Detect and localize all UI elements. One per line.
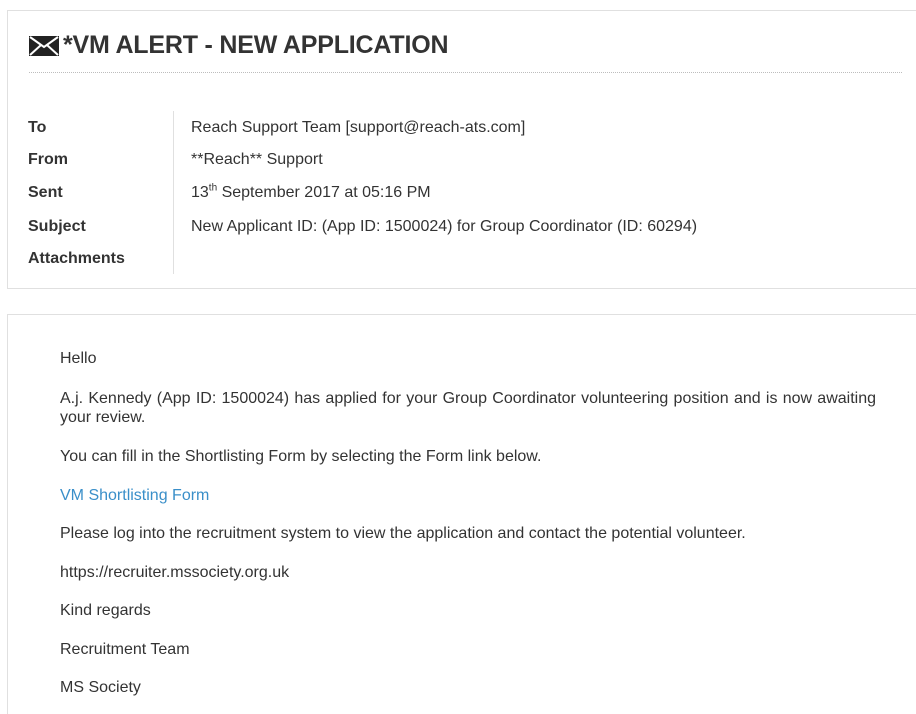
email-header-card: *VM ALERT - NEW APPLICATION To Reach Sup…	[7, 10, 916, 289]
from-label: From	[28, 151, 68, 168]
email-body-card: Hello A.j. Kennedy (App ID: 1500024) has…	[7, 314, 916, 714]
subject-label: Subject	[28, 218, 86, 235]
message-paragraph-2: You can fill in the Shortlisting Form by…	[60, 448, 542, 465]
sent-day-suffix: th	[208, 182, 218, 194]
email-title: *VM ALERT - NEW APPLICATION	[63, 31, 449, 59]
sent-value: 13th September 2017 at 05:16 PM	[191, 182, 431, 202]
attachments-label: Attachments	[28, 250, 125, 267]
recruiter-url: https://recruiter.mssociety.org.uk	[60, 564, 290, 581]
signoff: Kind regards	[60, 602, 151, 619]
message-paragraph-3: Please log into the recruitment system t…	[60, 525, 746, 542]
signature-org: MS Society	[60, 679, 141, 696]
to-label: To	[28, 119, 47, 136]
shortlisting-form-link[interactable]: VM Shortlisting Form	[60, 486, 876, 505]
message-paragraph-1: A.j. Kennedy (App ID: 1500024) has appli…	[60, 390, 876, 426]
envelope-icon	[29, 35, 59, 57]
sent-label: Sent	[28, 184, 63, 201]
to-value: Reach Support Team [support@reach-ats.co…	[191, 119, 526, 136]
signature-team: Recruitment Team	[60, 641, 190, 658]
title-divider	[29, 72, 902, 73]
subject-value: New Applicant ID: (App ID: 1500024) for …	[191, 218, 698, 235]
greeting: Hello	[60, 350, 97, 367]
email-title-row: *VM ALERT - NEW APPLICATION	[29, 31, 449, 60]
meta-column-divider	[173, 111, 174, 274]
sent-day: 13	[191, 184, 209, 201]
from-value: **Reach** Support	[191, 151, 323, 168]
sent-rest: September 2017 at 05:16 PM	[217, 184, 431, 201]
